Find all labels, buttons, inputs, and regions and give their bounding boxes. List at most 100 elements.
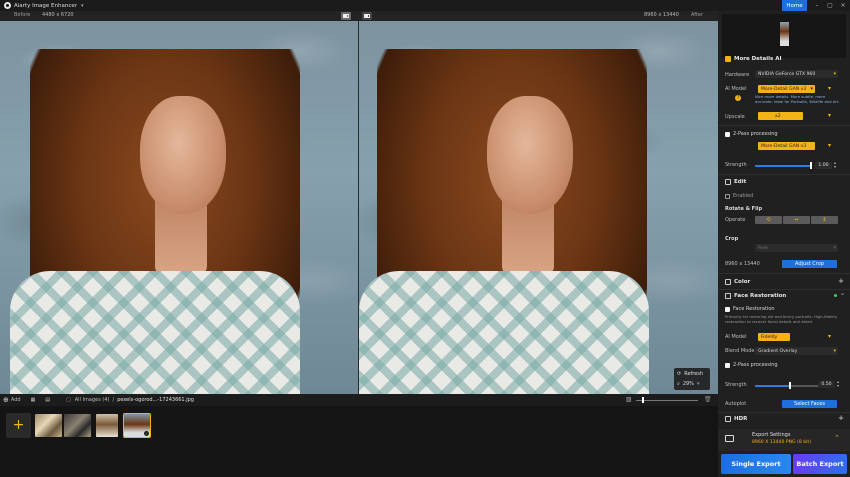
face-restoration-title: Face Restoration: [734, 293, 787, 299]
chevron-up-icon[interactable]: ⌃: [834, 434, 840, 442]
thumbnail-1[interactable]: [35, 414, 62, 437]
thumb-size-slider[interactable]: [636, 397, 698, 403]
image-select-icon[interactable]: ▢: [66, 397, 71, 403]
navigator-preview[interactable]: [722, 14, 846, 58]
adjust-crop-button[interactable]: Adjust Crop: [782, 260, 837, 268]
divider: [718, 412, 850, 413]
app-logo-icon: [4, 2, 11, 9]
more-details-toggle-icon[interactable]: [725, 56, 731, 62]
grid-view-icon[interactable]: ▦: [31, 397, 36, 403]
settings-panel: More Details AI Hardware NVIDIA GeForce …: [718, 11, 850, 477]
edit-enabled-checkbox[interactable]: [725, 194, 730, 199]
upscale-label: Upscale: [725, 114, 745, 120]
face-strength-slider[interactable]: [755, 382, 825, 389]
refresh-button[interactable]: ⟳ Refresh: [677, 369, 703, 378]
color-add-icon[interactable]: +: [838, 277, 844, 285]
close-icon[interactable]: ×: [838, 1, 848, 10]
before-image-pane[interactable]: [0, 21, 358, 394]
after-resolution: 8960 x 13440: [644, 12, 679, 18]
color-toggle-icon[interactable]: [725, 279, 731, 285]
single-export-button[interactable]: Single Export: [721, 454, 791, 474]
trash-icon[interactable]: 🗑: [704, 396, 712, 403]
app-menu-chevron-down-icon[interactable]: ▾: [81, 3, 84, 9]
hdr-toggle-icon[interactable]: [725, 416, 731, 422]
flip-horizontal-button[interactable]: ⇔: [783, 216, 810, 224]
title-bar: Aiarty Image Enhancer ▾ Home – ▢ ×: [0, 0, 850, 11]
face-ai-model-dropdown[interactable]: Fidelity: [758, 333, 790, 341]
before-image-shirt: [10, 271, 300, 394]
edit-resolution: 8960 x 13440: [725, 261, 760, 267]
ai-model-chevron-down-icon[interactable]: ▾: [828, 85, 831, 92]
breadcrumb-root[interactable]: All Images (4): [75, 397, 110, 403]
face-collapse-icon[interactable]: –: [841, 291, 844, 298]
face-active-dot-icon: [834, 294, 837, 297]
color-section-header[interactable]: Color +: [718, 277, 850, 287]
refresh-icon: ⟳: [677, 370, 682, 377]
edit-toggle-icon[interactable]: [725, 179, 731, 185]
face-strength-input[interactable]: 0.50: [818, 381, 835, 388]
side-by-side-icon: [364, 14, 370, 18]
hdr-section-header[interactable]: HDR +: [718, 414, 850, 424]
thumbnail-3[interactable]: [96, 414, 118, 437]
compare-header: Before 4480 x 6720 8960 x 13440 After: [0, 11, 718, 21]
divider: [718, 125, 850, 126]
after-image-pane[interactable]: [359, 21, 718, 394]
slider-knob[interactable]: [810, 162, 812, 169]
home-button[interactable]: Home: [782, 0, 807, 11]
list-view-icon[interactable]: ▤: [45, 397, 50, 403]
flip-vertical-button[interactable]: ⇕: [811, 216, 838, 224]
ai-model-dropdown[interactable]: More-Detail GAN v3 ▾: [758, 85, 815, 93]
add-image-tile[interactable]: +: [6, 413, 31, 438]
ai-model-note: Nice more details. More subtle, more acc…: [755, 94, 840, 104]
batch-export-button[interactable]: Batch Export: [793, 454, 847, 474]
edit-section-header[interactable]: Edit: [718, 177, 850, 187]
minimize-icon[interactable]: –: [812, 1, 822, 10]
side-by-side-button[interactable]: [362, 12, 372, 20]
rotate-button[interactable]: ⟲: [755, 216, 782, 224]
before-label: Before: [14, 12, 31, 18]
face-restoration-toggle-icon[interactable]: [725, 293, 731, 299]
before-resolution: 4480 x 6720: [42, 12, 74, 18]
upscale-dropdown[interactable]: x2: [758, 112, 803, 120]
hdr-title: HDR: [734, 416, 748, 422]
select-faces-button[interactable]: Select Faces: [782, 400, 837, 408]
face-two-pass-checkbox[interactable]: [725, 363, 730, 368]
zoom-dropdown[interactable]: ⌕ 29% ▾: [677, 379, 699, 388]
hardware-dropdown[interactable]: NVIDIA GeForce GTX 960 ▾: [755, 70, 838, 78]
after-image-face: [487, 96, 573, 214]
export-settings-bar[interactable]: Export Settings 8960 X 13440 PNG (8 bit)…: [718, 429, 850, 451]
two-pass-model-dropdown[interactable]: More-Detail GAN v3: [758, 142, 815, 150]
divider: [718, 174, 850, 175]
maximize-icon[interactable]: ▢: [825, 1, 835, 10]
upscale-chevron-down-icon[interactable]: ▾: [828, 112, 831, 119]
add-plus-icon[interactable]: ⊕: [3, 396, 9, 404]
thumbnail-2[interactable]: [64, 414, 91, 437]
more-details-strength-slider[interactable]: [755, 162, 812, 169]
crop-dropdown[interactable]: Free ▾: [755, 244, 838, 252]
strength-stepper-icon[interactable]: ▴ ▾: [834, 161, 836, 169]
blend-mode-value: Gradient Overlay: [758, 348, 798, 354]
after-image-shirt: [359, 271, 649, 394]
face-restoration-section-header[interactable]: Face Restoration –: [718, 291, 850, 301]
hdr-add-icon[interactable]: +: [838, 414, 844, 422]
more-details-strength-input[interactable]: 1.00: [815, 162, 832, 169]
thumb-size-slider-knob[interactable]: [642, 397, 644, 403]
slider-knob[interactable]: [789, 382, 791, 389]
two-pass-model-value: More-Detail GAN v3: [761, 143, 807, 149]
split-view-button[interactable]: [341, 12, 351, 20]
two-pass-checkbox[interactable]: [725, 132, 730, 137]
add-label[interactable]: Add: [11, 397, 21, 403]
thumbnail-4-selected[interactable]: ✓: [123, 413, 151, 438]
face-strength-label: Strength: [725, 382, 747, 388]
refresh-label: Refresh: [684, 370, 704, 377]
two-pass-chevron-down-icon[interactable]: ▾: [828, 142, 831, 149]
face-restoration-checkbox[interactable]: [725, 307, 730, 312]
more-details-section-header[interactable]: More Details AI: [718, 54, 850, 64]
zoom-chevron-down-icon: ▾: [696, 380, 700, 387]
face-strength-stepper-icon[interactable]: ▴ ▾: [837, 380, 839, 388]
color-title: Color: [734, 279, 751, 285]
blend-mode-dropdown[interactable]: Gradient Overlay ▾: [755, 347, 838, 355]
export-settings-title: Export Settings: [752, 432, 791, 438]
face-ai-model-chevron-down-icon[interactable]: ▾: [828, 333, 831, 340]
export-settings-detail: 8960 X 13440 PNG (8 bit): [752, 440, 812, 445]
